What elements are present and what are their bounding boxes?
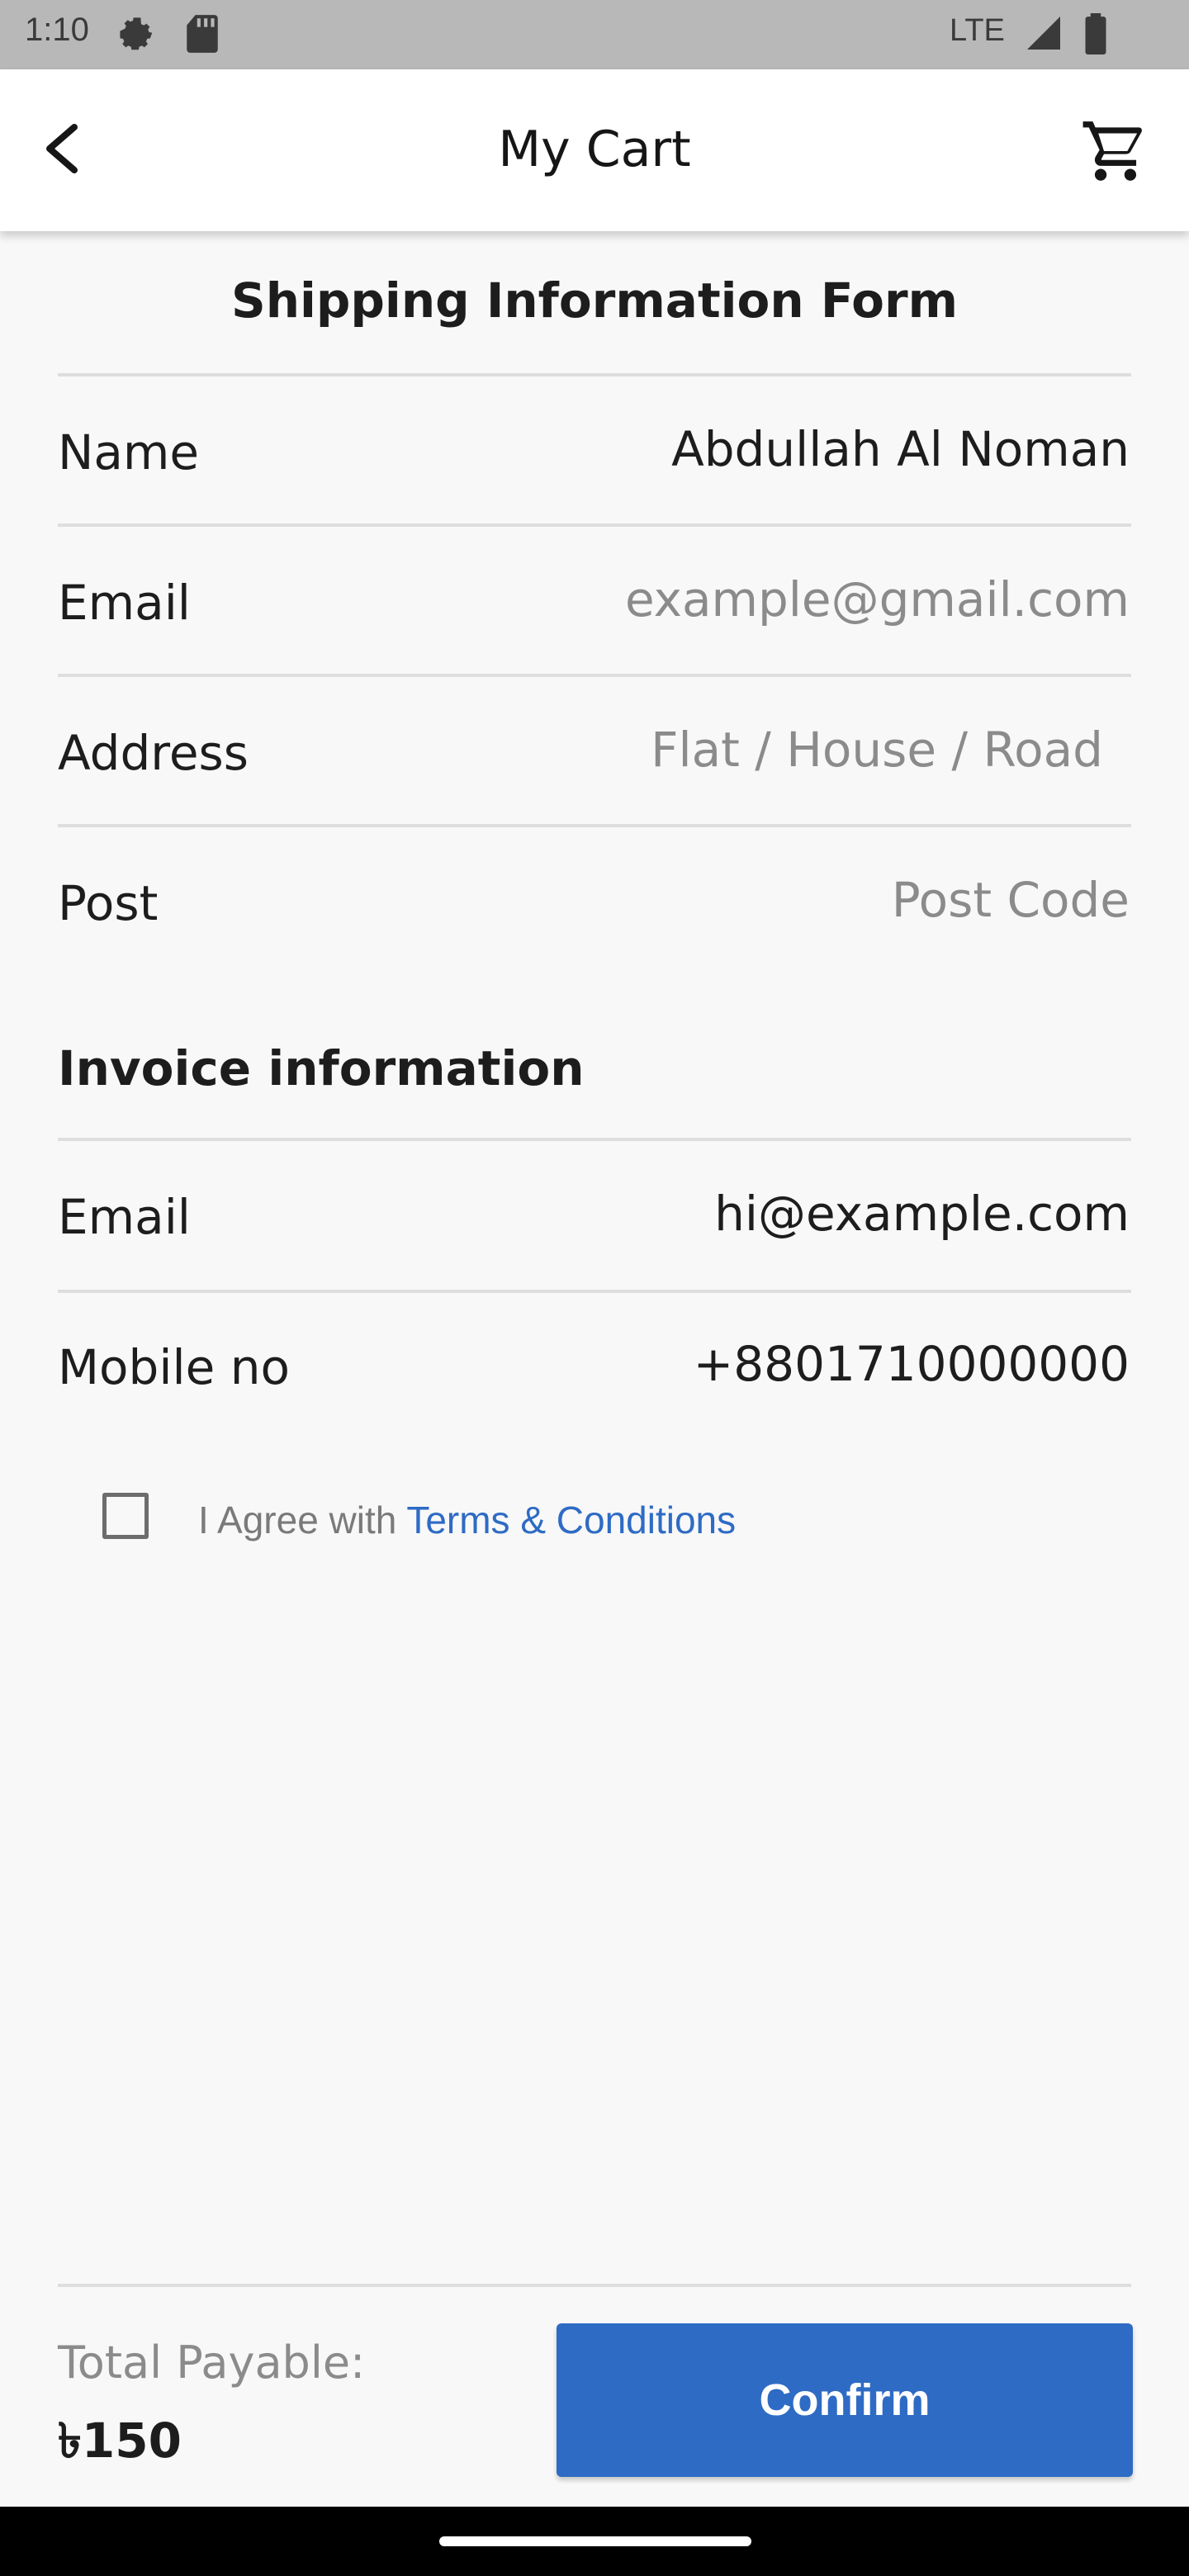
divider [58, 1138, 1131, 1141]
name-field[interactable] [452, 421, 1130, 477]
battery-icon [1083, 13, 1108, 59]
cart-button[interactable] [1080, 116, 1151, 187]
name-label: Name [58, 424, 200, 481]
invoice-email-label: Email [58, 1189, 191, 1245]
email-label: Email [58, 575, 191, 631]
app-bar: My Cart [0, 69, 1189, 231]
confirm-button[interactable]: Confirm [557, 2323, 1133, 2477]
post-label: Post [58, 875, 159, 931]
invoice-section-title: Invoice information [58, 1040, 585, 1096]
post-code-field[interactable] [452, 872, 1130, 928]
address-field[interactable] [426, 722, 1103, 778]
status-bar: 1:10 LTE [0, 0, 1189, 69]
divider [58, 824, 1131, 827]
divider [58, 373, 1131, 376]
terms-link[interactable]: Terms & Conditions [406, 1499, 736, 1541]
home-gesture-pill[interactable] [439, 2536, 751, 2546]
address-label: Address [58, 725, 249, 781]
total-label: Total Payable: [58, 2337, 366, 2389]
mobile-label: Mobile no [58, 1339, 290, 1395]
mobile-field[interactable] [452, 1336, 1130, 1392]
agreement-text: I Agree with Terms & Conditions [198, 1498, 736, 1542]
settings-gear-icon [116, 13, 159, 60]
shopping-cart-icon [1082, 121, 1142, 181]
system-nav-bar [0, 2507, 1189, 2576]
page-title: My Cart [498, 121, 691, 178]
sd-card-icon [183, 13, 221, 59]
email-field[interactable] [452, 571, 1130, 627]
status-time: 1:10 [25, 12, 89, 48]
invoice-email-field[interactable] [452, 1186, 1130, 1242]
divider [58, 674, 1131, 677]
agree-checkbox[interactable] [102, 1493, 149, 1539]
divider [58, 1290, 1131, 1293]
footer-divider [58, 2284, 1131, 2287]
agreement-prefix: I Agree with [198, 1499, 407, 1541]
network-type: LTE [950, 13, 1005, 48]
signal-icon [1024, 13, 1063, 57]
total-value: ৳150 [58, 2413, 182, 2469]
form-title: Shipping Information Form [230, 272, 959, 329]
divider [58, 523, 1131, 527]
